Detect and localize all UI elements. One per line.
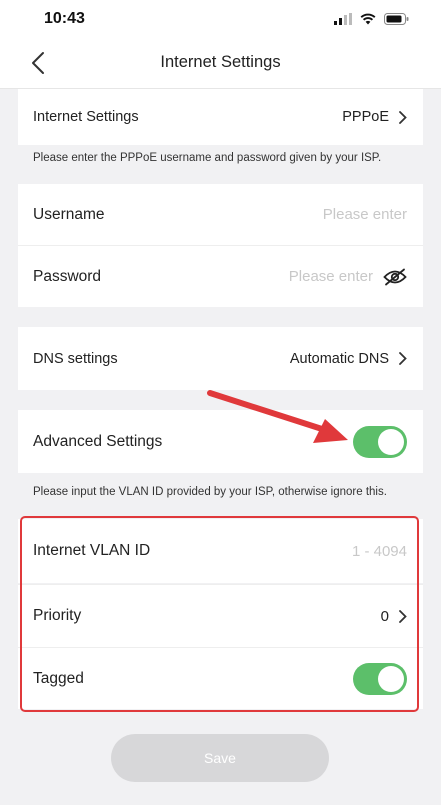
dns-settings-value-group: Automatic DNS [290, 351, 407, 367]
priority-label: Priority [33, 607, 82, 624]
advanced-settings-toggle[interactable] [353, 425, 407, 458]
dns-settings-value: Automatic DNS [289, 350, 389, 367]
tagged-row: Tagged [18, 648, 423, 709]
wifi-icon [360, 13, 376, 25]
red-arrow-annotation [207, 390, 348, 443]
vlan-id-label: Internet VLAN ID [33, 542, 151, 559]
status-time: 10:43 [44, 10, 85, 27]
pppoe-note: Please enter the PPPoE username and pass… [33, 152, 382, 164]
status-bar: 10:43 [0, 0, 441, 38]
chevron-right-icon [399, 110, 407, 124]
save-button[interactable]: Save [111, 734, 329, 782]
vlan-id-input[interactable]: 1 - 4094 [352, 543, 407, 560]
password-label: Password [33, 267, 102, 285]
username-label: Username [33, 205, 105, 223]
vlan-note: Please input the VLAN ID provided by you… [33, 486, 387, 498]
username-input[interactable]: Please enter [323, 206, 407, 223]
internet-settings-label: Internet Settings [33, 109, 139, 125]
eye-hidden-icon[interactable] [383, 268, 407, 286]
internet-settings-value: PPPoE [342, 109, 389, 125]
toggle-knob [378, 665, 404, 692]
advanced-settings-label: Advanced Settings [33, 432, 163, 450]
chevron-right-icon [399, 609, 407, 623]
nav-bar: Internet Settings [0, 38, 441, 89]
page-title: Internet Settings [160, 53, 281, 71]
password-value-group: Please enter [289, 268, 407, 286]
dns-settings-row[interactable]: DNS settings Automatic DNS [18, 327, 423, 390]
internet-settings-value-group: PPPoE [342, 109, 407, 125]
password-row[interactable]: Password Please enter [18, 246, 423, 307]
priority-value-group: 0 [381, 608, 407, 625]
signal-icon [334, 13, 352, 25]
internet-settings-row[interactable]: Internet Settings PPPoE [18, 89, 423, 145]
chevron-right-icon [399, 352, 407, 365]
tagged-label: Tagged [33, 669, 84, 687]
priority-value: 0 [380, 607, 389, 625]
toggle-knob [378, 428, 404, 455]
password-input[interactable]: Please enter [289, 268, 373, 285]
dns-settings-label: DNS settings [33, 350, 118, 367]
vlan-id-row[interactable]: Internet VLAN ID 1 - 4094 [18, 519, 423, 583]
username-row[interactable]: Username Please enter [18, 184, 423, 245]
tagged-toggle[interactable] [353, 662, 407, 695]
priority-row[interactable]: Priority 0 [18, 585, 423, 647]
battery-icon [384, 13, 409, 25]
status-icons [334, 13, 409, 25]
